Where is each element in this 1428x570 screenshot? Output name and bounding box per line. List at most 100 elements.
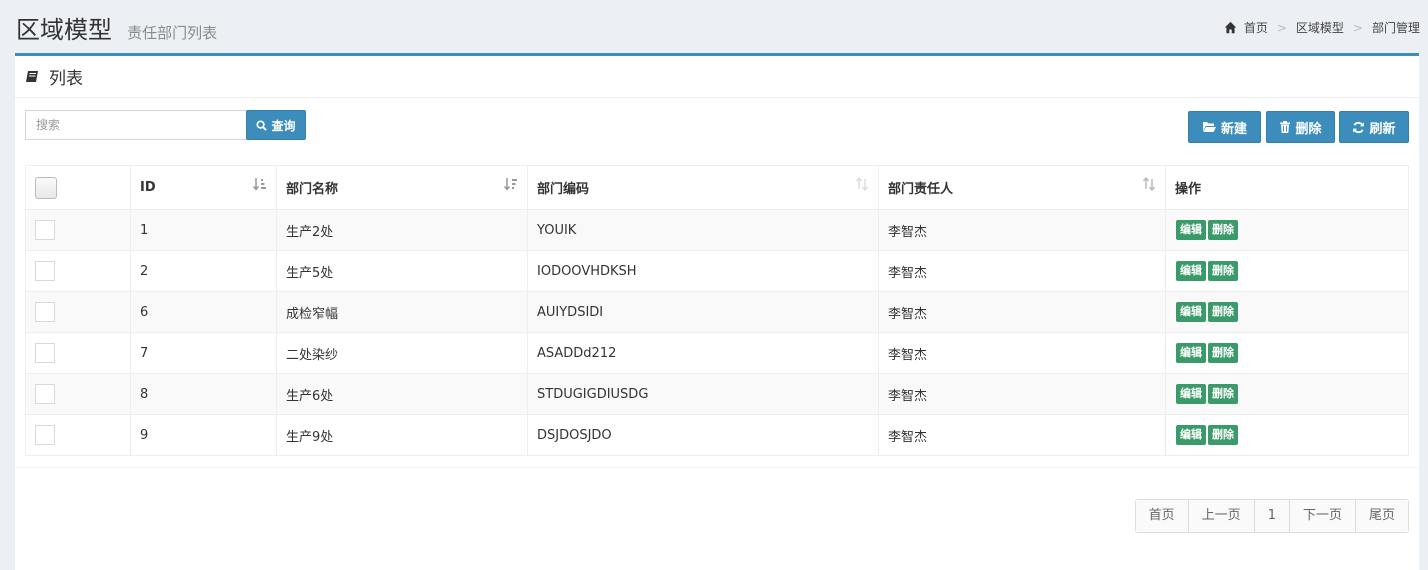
row-code: DSJDOSJDO [527,414,879,456]
book-icon [26,70,38,82]
query-button[interactable]: 查询 [246,110,306,140]
select-all-checkbox[interactable] [35,176,57,199]
row-code: STDUGIGDIUSDG [527,373,879,415]
header-id[interactable]: ID [130,165,277,210]
row-id: 7 [130,332,277,374]
trash-icon [1280,121,1291,133]
header-name[interactable]: 部门名称 [276,165,528,210]
refresh-icon [1353,121,1365,133]
row-edit-button[interactable]: 编辑 [1176,261,1206,281]
row-name: 生产6处 [276,373,528,415]
home-icon [1224,21,1237,34]
row-id: 8 [130,373,277,415]
row-name: 生产9处 [276,414,528,456]
row-id: 9 [130,414,277,456]
row-owner: 李智杰 [878,250,1166,292]
row-owner: 李智杰 [878,332,1166,374]
header-ops: 操作 [1165,165,1409,210]
row-delete-button[interactable]: 删除 [1208,261,1238,281]
row-select-cell [25,250,131,292]
row-checkbox[interactable] [35,261,55,281]
row-select-cell [25,209,131,251]
header-owner-label: 部门责任人 [888,182,954,197]
breadcrumb-separator: > [1276,20,1287,35]
page-header: 区域模型 责任部门列表 首页 > 区域模型 > 部门管理 [16,10,1420,46]
new-button-label: 新建 [1220,121,1247,137]
row-id: 1 [130,209,277,251]
row-code: IODOOVHDKSH [527,250,879,292]
page-last-button[interactable]: 尾页 [1354,500,1408,532]
page-first-button[interactable]: 首页 [1135,500,1188,532]
row-name: 生产2处 [276,209,528,251]
header-id-label: ID [140,180,156,195]
sort-icon [855,177,869,191]
row-owner: 李智杰 [878,414,1166,456]
table-row: 6 成检窄幅 AUIYDSIDI 李智杰 编辑 删除 [25,291,1409,333]
box-title: 列表 [49,69,83,89]
row-delete-button[interactable]: 删除 [1208,302,1238,322]
row-ops: 编辑 删除 [1165,332,1409,374]
row-id: 2 [130,250,277,292]
row-select-cell [25,291,131,333]
page-prev-button[interactable]: 上一页 [1187,500,1254,532]
row-checkbox[interactable] [35,343,55,363]
row-delete-button[interactable]: 删除 [1208,425,1238,445]
row-checkbox[interactable] [35,302,55,322]
row-delete-button[interactable]: 删除 [1208,384,1238,404]
row-select-cell [25,414,131,456]
table-header-row: ID 部门名称 部门编码 部门责任人 操作 [25,165,1409,210]
search-input[interactable] [25,110,252,140]
new-button[interactable]: 新建 [1188,111,1261,143]
breadcrumb-level1[interactable]: 区域模型 [1296,19,1344,36]
page-subtitle: 责任部门列表 [127,24,218,42]
row-edit-button[interactable]: 编辑 [1176,425,1206,445]
pagination: 首页 上一页 1 下一页 尾页 [1134,499,1409,533]
row-ops: 编辑 删除 [1165,373,1409,415]
breadcrumb-separator: > [1352,20,1363,35]
footer-divider [15,467,1419,468]
row-owner: 李智杰 [878,373,1166,415]
sort-descending-icon [504,178,517,191]
table-row: 2 生产5处 IODOOVHDKSH 李智杰 编辑 删除 [25,250,1409,292]
header-owner[interactable]: 部门责任人 [878,165,1166,210]
row-id: 6 [130,291,277,333]
sort-ascending-icon [253,178,266,191]
row-edit-button[interactable]: 编辑 [1176,220,1206,240]
header-code[interactable]: 部门编码 [527,165,879,210]
row-edit-button[interactable]: 编辑 [1176,302,1206,322]
header-name-label: 部门名称 [286,182,339,197]
breadcrumb-level2: 部门管理 [1371,21,1420,35]
select-all-cell [25,165,131,210]
list-box: 列表 查询 新建 删除 刷新 ID 部门名称 [15,53,1419,570]
row-checkbox[interactable] [35,384,55,404]
row-ops: 编辑 删除 [1165,414,1409,456]
delete-button[interactable]: 删除 [1266,111,1335,143]
box-header: 列表 [15,56,1419,98]
refresh-button[interactable]: 刷新 [1339,111,1409,143]
row-edit-button[interactable]: 编辑 [1176,343,1206,363]
row-checkbox[interactable] [35,220,55,240]
row-delete-button[interactable]: 删除 [1208,343,1238,363]
row-owner: 李智杰 [878,209,1166,251]
row-select-cell [25,332,131,374]
query-button-label: 查询 [271,118,296,133]
row-name: 生产5处 [276,250,528,292]
page-current[interactable]: 1 [1253,500,1289,532]
row-ops: 编辑 删除 [1165,250,1409,292]
search-icon [256,119,268,131]
row-edit-button[interactable]: 编辑 [1176,384,1206,404]
refresh-button-label: 刷新 [1369,121,1396,137]
breadcrumb: 首页 > 区域模型 > 部门管理 [1224,19,1420,36]
page-title: 区域模型 [16,16,112,44]
row-ops: 编辑 删除 [1165,291,1409,333]
folder-open-icon [1202,122,1216,132]
page-next-button[interactable]: 下一页 [1288,500,1355,532]
department-table: ID 部门名称 部门编码 部门责任人 操作 1 生产2处 YOUIK 李智杰 编… [25,165,1409,456]
row-owner: 李智杰 [878,291,1166,333]
row-delete-button[interactable]: 删除 [1208,220,1238,240]
breadcrumb-home[interactable]: 首页 [1244,19,1268,36]
row-ops: 编辑 删除 [1165,209,1409,251]
row-code: ASADDd212 [527,332,879,374]
row-checkbox[interactable] [35,425,55,445]
row-code: AUIYDSIDI [527,291,879,333]
